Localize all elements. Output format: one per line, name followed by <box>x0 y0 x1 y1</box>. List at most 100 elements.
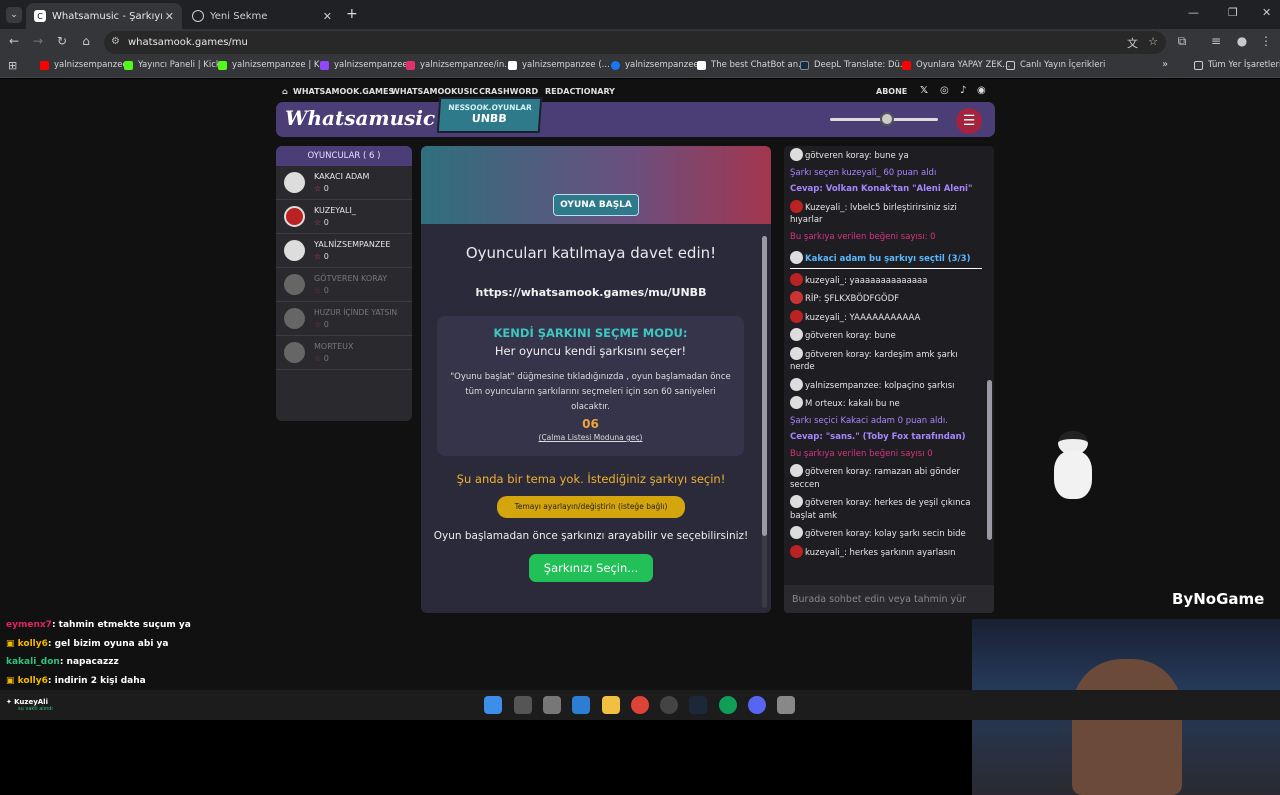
pick-song-button[interactable]: Şarkınızı Seçin... <box>529 554 653 582</box>
players-title: OYUNCULAR ( 6 ) <box>276 146 412 166</box>
hamburger-menu-icon[interactable]: ☰ <box>956 108 982 134</box>
bookmark-item[interactable]: yalnizsempanzee | K... <box>218 60 328 70</box>
close-tab-icon[interactable]: ✕ <box>323 10 332 23</box>
site-info-icon[interactable]: ⚙ <box>111 36 120 47</box>
close-window-icon[interactable]: ✕ <box>1262 6 1271 19</box>
volume-slider-handle[interactable] <box>880 112 894 126</box>
bookmark-item[interactable]: yalnizsempanzee/in... <box>406 60 512 70</box>
twitter-icon[interactable]: 𝕏 <box>920 85 928 96</box>
start-game-button[interactable]: OYUNA BAŞLA <box>553 194 639 216</box>
back-icon[interactable]: ← <box>6 34 22 48</box>
playlist-mode-link[interactable]: (Çalma Listesi Moduna geç) <box>437 433 744 442</box>
task-view-icon[interactable] <box>514 696 532 714</box>
twitch-icon <box>320 60 329 70</box>
mode-subtitle: Her oyuncu kendi şarkısını seçer! <box>494 344 687 358</box>
bookmark-item[interactable]: Oyunlara YAPAY ZEK... <box>902 60 1010 70</box>
bookmark-item[interactable]: yalnizsempanzee <box>320 60 408 70</box>
invite-url[interactable]: https://whatsamook.games/mu/UNBB <box>421 286 761 299</box>
avatar <box>284 206 305 227</box>
chat-scrollbar[interactable] <box>987 152 992 572</box>
site-header: Whatsamusic NESSOOK.OYUNLAR UNBB ☰ <box>276 97 995 137</box>
bookmark-item[interactable]: yalnizsempanzee (... <box>508 60 610 70</box>
player-row: GÖTVEREN KORAY ☆ 0 <box>276 268 412 302</box>
facebook-icon <box>611 60 620 70</box>
player-row: KAKACI ADAM ☆ 0 <box>276 166 412 200</box>
chat-message-text: götveren koray: kolay şarkı secin bide <box>805 529 966 539</box>
subscribe-link[interactable]: ABONE <box>876 87 907 96</box>
nav-home-icon[interactable]: ⌂ <box>282 87 288 96</box>
reload-icon[interactable]: ↻ <box>54 34 70 48</box>
instagram-icon[interactable]: ◎ <box>940 85 949 96</box>
menu-icon[interactable]: ⋮ <box>1258 34 1274 48</box>
bookmark-item[interactable]: yalnizsempanzee <box>40 60 128 70</box>
game-scrollbar[interactable] <box>762 236 767 608</box>
scrollbar-thumb[interactable] <box>762 236 767 536</box>
discord-icon[interactable] <box>748 696 766 714</box>
file-explorer-icon[interactable] <box>602 696 620 714</box>
more-bookmarks-icon[interactable]: » <box>1162 59 1168 70</box>
nav-link-redactionary[interactable]: REDACTIONARY <box>545 87 615 96</box>
windows-start-icon[interactable] <box>484 696 502 714</box>
star-icon: ☆ <box>314 218 322 227</box>
sub-badge-icon: ▣ <box>6 676 18 686</box>
bookmark-label: DeepL Translate: Dü... <box>814 60 909 70</box>
bookmark-item[interactable]: The best ChatBot an... <box>697 60 806 70</box>
tab-new[interactable]: Yeni Sekme ✕ <box>184 3 340 29</box>
bookmark-star-icon[interactable]: ☆ <box>1148 35 1158 48</box>
chat-input[interactable]: Burada sohbet edin veya tahmin yür <box>784 585 994 613</box>
address-bar[interactable]: ⚙ whatsamook.games/mu 文 ☆ <box>104 31 1166 54</box>
avatar <box>790 251 803 264</box>
forward-icon[interactable]: → <box>30 34 46 48</box>
mode-title: KENDİ ŞARKINI SEÇME MODU: <box>493 326 688 340</box>
star-icon: ☆ <box>314 354 322 363</box>
discord-icon[interactable]: ◉ <box>977 85 986 96</box>
avatar <box>790 495 803 508</box>
tab-whatsamusic[interactable]: C Whatsamusic - Şarkıyı Tahmin Et ✕ <box>26 3 182 29</box>
chrome-profile-icon[interactable] <box>719 696 737 714</box>
restore-icon[interactable]: ❐ <box>1228 6 1238 19</box>
home-icon[interactable]: ⌂ <box>78 34 94 48</box>
bookmark-label: Tüm Yer İşaretleri <box>1208 60 1280 70</box>
app-icon[interactable] <box>777 696 795 714</box>
bookmark-label: Yayıncı Paneli | Kick <box>138 60 221 70</box>
bookmark-folder[interactable]: Canlı Yayın İçerikleri <box>1006 60 1105 70</box>
new-tab-icon[interactable]: + <box>346 6 358 22</box>
minimize-icon[interactable]: — <box>1188 6 1199 19</box>
profile-avatar[interactable]: ● <box>1234 34 1250 48</box>
chrome-favicon-icon <box>192 10 204 22</box>
pick-song-text: Oyun başlamadan önce şarkınızı arayabili… <box>433 530 749 542</box>
app-icon[interactable] <box>543 696 561 714</box>
chat-message: Kuzeyali_: lvbelc5 birleştirirsiniz sizi… <box>790 199 982 227</box>
tab-title: Yeni Sekme <box>210 10 268 22</box>
bookmark-item[interactable]: Yayıncı Paneli | Kick <box>124 60 221 70</box>
game-panel: OYUNA BAŞLA Oyuncuları katılmaya davet e… <box>421 146 771 613</box>
steam-icon[interactable] <box>689 696 707 714</box>
obs-icon[interactable] <box>660 696 678 714</box>
bookmark-item[interactable]: yalnizsempanzee <box>611 60 699 70</box>
star-icon: ☆ <box>314 252 322 261</box>
chat-message: götveren koray: kardeşim amk şarkı nerde <box>790 346 982 374</box>
cat-sticker <box>1040 431 1106 511</box>
tiktok-icon[interactable]: ♪ <box>960 85 966 96</box>
chrome-icon[interactable] <box>631 696 649 714</box>
bookmark-item[interactable]: DeepL Translate: Dü... <box>800 60 908 70</box>
player-score-value: 0 <box>323 320 329 329</box>
photos-icon[interactable] <box>572 696 590 714</box>
close-tab-icon[interactable]: ✕ <box>165 10 174 23</box>
nav-link-whatsamook[interactable]: WHATSAMOOK.GAMES <box>293 87 394 96</box>
apps-icon[interactable]: ⊞ <box>8 59 17 72</box>
stream-chat-line: ▣ kolly6: gel bizim oyuna abi ya <box>6 639 168 649</box>
nav-link-crashword[interactable]: CRASHWORD <box>479 87 538 96</box>
scrollbar-thumb[interactable] <box>987 380 992 540</box>
all-bookmarks-folder[interactable]: Tüm Yer İşaretleri <box>1194 60 1280 70</box>
extensions-icon[interactable]: ⧉ <box>1174 34 1190 49</box>
nav-link-whatsamookusic[interactable]: WHATSAMOOKUSIC <box>391 87 478 96</box>
site-logo[interactable]: Whatsamusic <box>285 106 435 130</box>
bookmarks-bar: ⊞ yalnizsempanzee Yayıncı Paneli | Kick … <box>0 56 1280 78</box>
media-icon[interactable]: ≡ <box>1208 34 1224 48</box>
translate-icon[interactable]: 文 <box>1127 35 1138 51</box>
tab-search-icon[interactable]: ⌄ <box>6 7 22 23</box>
bookmark-label: yalnizsempanzee (... <box>522 60 610 70</box>
theme-button[interactable]: Temayı ayarlayın/değiştirin (isteğe bağl… <box>497 496 685 518</box>
player-name: HUZUR İÇİNDE YATSIN <box>314 308 398 317</box>
